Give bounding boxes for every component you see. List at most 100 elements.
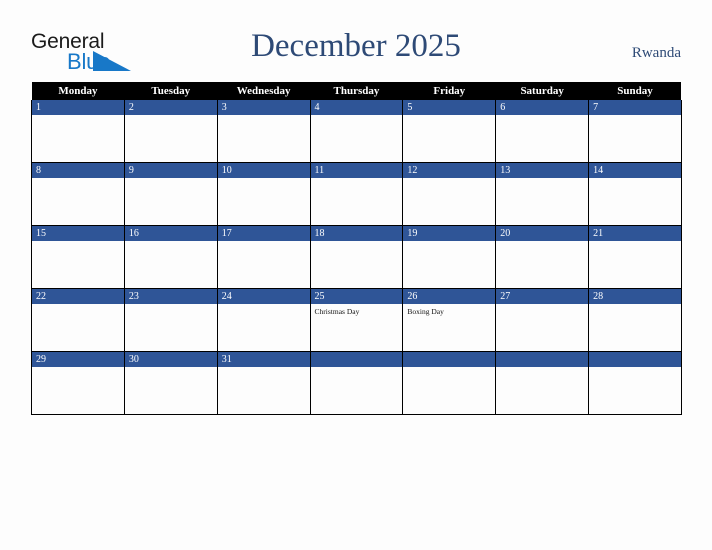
day-cell-body — [589, 178, 681, 181]
day-number: 27 — [496, 289, 589, 304]
day-number: 8 — [32, 163, 124, 178]
calendar-day-cell[interactable]: 9 — [123, 162, 218, 226]
calendar-day-cell[interactable]: 6 — [495, 100, 590, 163]
calendar-body: 1 2 3 4 5 6 7 8 9 10 11 12 13 14 15 16 17 18 19 20 21 22 23 24 2… — [31, 100, 682, 415]
day-number: 21 — [589, 226, 681, 241]
day-number: 31 — [217, 352, 310, 367]
calendar-day-cell[interactable]: 21 — [588, 225, 682, 289]
calendar-day-cell[interactable] — [309, 351, 404, 415]
calendar-day-cell[interactable]: 4 — [309, 100, 404, 163]
day-number: 18 — [310, 226, 403, 241]
calendar-day-cell[interactable]: 2 — [123, 100, 218, 163]
calendar-day-cell[interactable]: 18 — [309, 225, 404, 289]
calendar-day-cell[interactable]: 17 — [216, 225, 311, 289]
day-number: 5 — [403, 100, 496, 115]
calendar-week-row: 8 9 10 11 12 13 14 — [31, 162, 682, 226]
day-cell-body — [311, 178, 403, 181]
calendar-day-cell[interactable]: 23 — [123, 288, 218, 352]
day-number: 12 — [403, 163, 496, 178]
day-cell-body — [403, 367, 495, 370]
day-number: 11 — [310, 163, 403, 178]
day-cell-body — [32, 304, 124, 307]
calendar-weekday-header-row: Monday Tuesday Wednesday Thursday Friday… — [31, 82, 682, 100]
calendar-day-cell[interactable]: 29 — [31, 351, 125, 415]
day-cell-body — [32, 241, 124, 244]
weekday-header-tuesday: Tuesday — [124, 82, 218, 100]
day-number: 26 — [403, 289, 496, 304]
day-number: 28 — [589, 289, 681, 304]
day-number: 13 — [496, 163, 589, 178]
day-number — [589, 352, 681, 367]
calendar-day-cell[interactable]: 7 — [588, 100, 682, 163]
calendar-day-cell[interactable]: 26 Boxing Day — [402, 288, 497, 352]
calendar-day-cell[interactable]: 3 — [216, 100, 311, 163]
calendar-day-cell[interactable]: 20 — [495, 225, 590, 289]
day-number: 3 — [217, 100, 310, 115]
day-number: 4 — [310, 100, 403, 115]
day-number: 14 — [589, 163, 681, 178]
weekday-header-monday: Monday — [31, 82, 125, 100]
calendar-day-cell[interactable]: 28 — [588, 288, 682, 352]
day-number: 7 — [589, 100, 681, 115]
calendar-day-cell[interactable] — [495, 351, 590, 415]
day-number — [496, 352, 589, 367]
calendar-day-cell[interactable]: 16 — [123, 225, 218, 289]
day-number: 1 — [32, 100, 124, 115]
day-cell-body — [496, 304, 588, 307]
day-cell-body — [589, 304, 681, 307]
day-cell-body — [218, 367, 310, 370]
calendar-day-cell[interactable]: 5 — [402, 100, 497, 163]
day-number: 10 — [217, 163, 310, 178]
day-number: 17 — [217, 226, 310, 241]
calendar-day-cell[interactable]: 15 — [31, 225, 125, 289]
region-label: Rwanda — [631, 45, 681, 61]
day-cell-body — [496, 115, 588, 118]
day-cell-body — [496, 178, 588, 181]
weekday-header-saturday: Saturday — [495, 82, 589, 100]
calendar-day-cell[interactable]: 1 — [31, 100, 125, 163]
calendar-day-cell[interactable]: 25 Christmas Day — [309, 288, 404, 352]
weekday-header-friday: Friday — [402, 82, 496, 100]
calendar-day-cell[interactable] — [402, 351, 497, 415]
day-number: 6 — [496, 100, 589, 115]
weekday-header-thursday: Thursday — [310, 82, 403, 100]
day-number: 29 — [32, 352, 124, 367]
day-cell-body — [218, 241, 310, 244]
calendar-day-cell[interactable]: 30 — [123, 351, 218, 415]
day-cell-body — [311, 241, 403, 244]
calendar-day-cell[interactable]: 12 — [402, 162, 497, 226]
day-cell-body — [403, 241, 495, 244]
weekday-header-wednesday: Wednesday — [217, 82, 311, 100]
day-cell-body — [589, 241, 681, 244]
day-cell-body — [32, 115, 124, 118]
day-number: 25 — [310, 289, 403, 304]
day-number: 30 — [124, 352, 217, 367]
holiday-label: Christmas Day — [314, 307, 360, 316]
calendar-day-cell[interactable]: 13 — [495, 162, 590, 226]
calendar-day-cell[interactable]: 11 — [309, 162, 404, 226]
calendar-day-cell[interactable]: 31 — [216, 351, 311, 415]
day-cell-body: Christmas Day — [311, 304, 403, 317]
calendar-day-cell[interactable]: 24 — [216, 288, 311, 352]
day-cell-body — [125, 115, 217, 118]
calendar-day-cell[interactable]: 19 — [402, 225, 497, 289]
day-number: 20 — [496, 226, 589, 241]
day-number: 19 — [403, 226, 496, 241]
calendar-day-cell[interactable]: 10 — [216, 162, 311, 226]
day-cell-body — [218, 115, 310, 118]
day-cell-body — [125, 241, 217, 244]
calendar-day-cell[interactable]: 22 — [31, 288, 125, 352]
day-cell-body — [218, 178, 310, 181]
day-number: 16 — [124, 226, 217, 241]
page-header: General Blue December 2025 Rwanda — [0, 0, 712, 82]
calendar-day-cell[interactable]: 27 — [495, 288, 590, 352]
calendar-week-row: 29 30 31 — [31, 351, 682, 415]
calendar-day-cell[interactable]: 8 — [31, 162, 125, 226]
day-cell-body — [589, 367, 681, 370]
day-cell-body — [589, 115, 681, 118]
day-cell-body — [218, 304, 310, 307]
calendar-day-cell[interactable] — [588, 351, 682, 415]
calendar-day-cell[interactable]: 14 — [588, 162, 682, 226]
page-title: December 2025 — [251, 28, 461, 64]
calendar-week-row: 1234567 — [31, 100, 682, 163]
